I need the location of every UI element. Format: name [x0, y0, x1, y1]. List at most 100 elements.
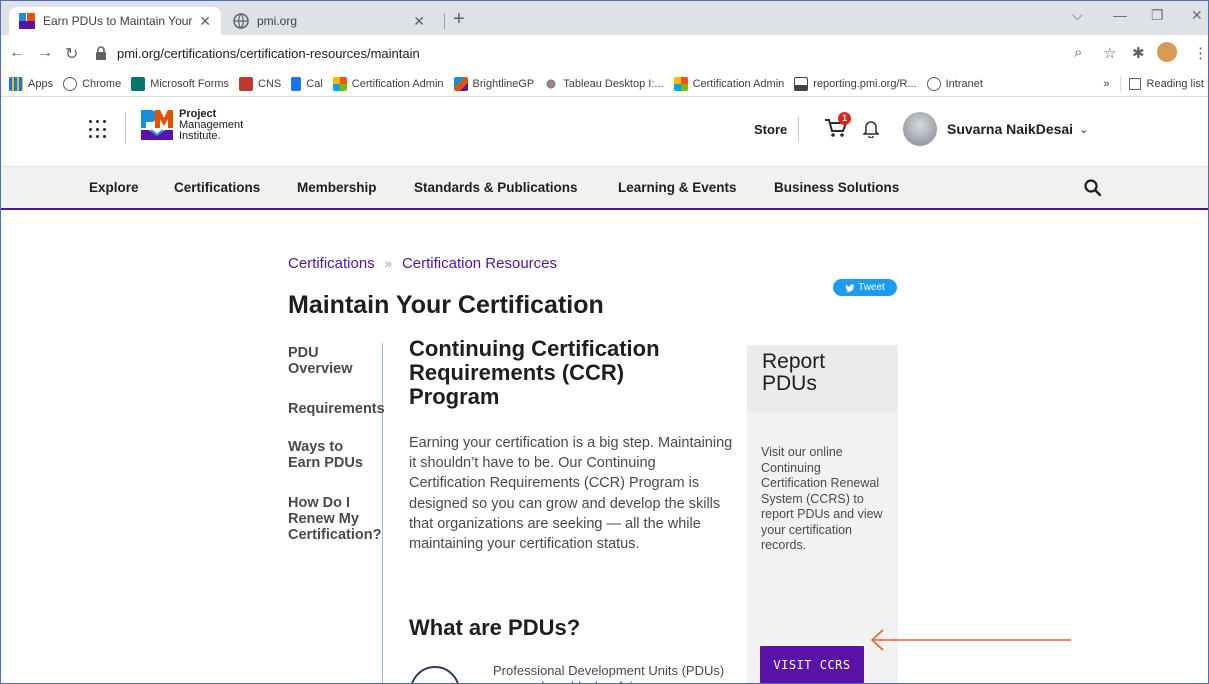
reading-list-button[interactable]: Reading list	[1147, 78, 1204, 90]
visit-ccrs-button[interactable]: VISIT CCRS	[760, 646, 864, 683]
globe-icon	[63, 76, 78, 91]
bookmarks-bar: Apps Chrome Microsoft Forms CNS Cal Cert…	[1, 71, 1208, 97]
user-menu[interactable]: Suvarna NaikDesai ⌄	[947, 121, 1088, 137]
divider	[798, 116, 799, 142]
bookmark-brightline[interactable]: BrightlineGP	[453, 76, 534, 91]
salesforce-grid-icon	[673, 76, 688, 91]
globe-icon	[926, 76, 941, 91]
bookmarks-overflow-button[interactable]: »	[1103, 78, 1109, 90]
restore-icon[interactable]: ❐	[1151, 7, 1164, 24]
nav-learning-events[interactable]: Learning & Events	[618, 180, 737, 195]
salesforce-grid-icon	[332, 76, 347, 91]
close-tab-icon[interactable]: ✕	[413, 13, 425, 30]
nav-explore[interactable]: Explore	[89, 180, 139, 195]
tableau-icon	[544, 76, 559, 91]
profile-avatar[interactable]	[1157, 42, 1177, 62]
breadcrumb-separator: »	[384, 256, 392, 271]
pdu-clock-icon	[410, 666, 460, 683]
globe-icon	[233, 13, 249, 29]
tab-title: Earn PDUs to Maintain Your Certi	[43, 14, 193, 28]
bookmark-apps[interactable]: Apps	[9, 76, 53, 91]
nav-business-solutions[interactable]: Business Solutions	[774, 180, 899, 195]
page-title: Maintain Your Certification	[288, 291, 604, 319]
pmi-logo-mark-icon	[141, 110, 173, 140]
breadcrumb-certification-resources[interactable]: Certification Resources	[402, 255, 557, 272]
sidenav-renew[interactable]: How Do I Renew My Certification?	[288, 495, 388, 543]
address-bar[interactable]: pmi.org/certifications/certification-res…	[93, 39, 1093, 67]
cal-icon	[291, 76, 302, 91]
tab-strip: Earn PDUs to Maintain Your Certi ✕ pmi.o…	[1, 1, 1208, 35]
reading-list-icon[interactable]	[1128, 78, 1141, 90]
ccr-paragraph: Earning your certification is a big step…	[409, 435, 733, 553]
apps-grid-icon	[9, 76, 23, 91]
bell-icon[interactable]	[863, 118, 879, 138]
report-pdus-title: Report PDUs	[747, 345, 898, 413]
avatar[interactable]	[903, 112, 937, 146]
sidenav-ways-to-earn[interactable]: Ways to Earn PDUs	[288, 439, 388, 471]
pmi-icon	[453, 76, 468, 91]
report-icon	[794, 76, 809, 91]
breadcrumb-certifications[interactable]: Certifications	[288, 255, 375, 272]
bookmark-reporting[interactable]: reporting.pmi.org/R...	[794, 76, 917, 91]
search-icon[interactable]	[1083, 178, 1103, 198]
back-icon[interactable]: ←	[9, 44, 25, 62]
reload-icon[interactable]: ↻	[65, 44, 78, 64]
main-nav: Explore Certifications Membership Standa…	[1, 166, 1208, 210]
tweet-button[interactable]: Tweet	[833, 279, 897, 296]
main-content: Continuing Certification Requirements (C…	[409, 336, 739, 683]
minimize-icon[interactable]: —	[1113, 7, 1127, 23]
user-name: Suvarna NaikDesai	[947, 121, 1074, 137]
divider	[1119, 76, 1121, 92]
sidenav-requirements[interactable]: Requirements	[288, 401, 388, 417]
bookmark-forms[interactable]: Microsoft Forms	[131, 76, 229, 91]
browser-toolbar: ← → ↻ pmi.org/certifications/certificati…	[1, 35, 1208, 71]
site-header: Project Management Institute. Store 1 Su…	[1, 98, 1208, 166]
ccr-heading: Continuing Certification Requirements (C…	[409, 336, 660, 409]
nav-membership[interactable]: Membership	[297, 180, 377, 195]
lock-icon	[96, 46, 106, 60]
bookmark-cns[interactable]: CNS	[239, 76, 281, 91]
bookmark-chrome[interactable]: Chrome	[63, 76, 121, 91]
bookmark-tableau[interactable]: Tableau Desktop I:...	[544, 76, 664, 91]
chevron-down-icon: ⌄	[1079, 123, 1089, 136]
menu-icon[interactable]: ⋮	[1193, 44, 1208, 62]
forms-icon	[131, 76, 146, 91]
nav-certifications[interactable]: Certifications	[174, 180, 260, 195]
cns-icon	[239, 76, 254, 91]
bookmarks-right: » Reading list	[1103, 71, 1208, 96]
tab-inactive[interactable]: pmi.org ✕	[223, 7, 435, 35]
pmi-favicon-icon	[19, 13, 35, 29]
bookmark-intranet[interactable]: Intranet	[926, 76, 983, 91]
tab-active[interactable]: Earn PDUs to Maintain Your Certi ✕	[9, 7, 221, 35]
address-text: pmi.org/certifications/certification-res…	[117, 45, 420, 61]
tab-title: pmi.org	[257, 14, 298, 28]
tab-search-icon[interactable]: ⌵	[1072, 7, 1083, 24]
annotation-arrow-icon	[870, 629, 1071, 651]
report-pdus-body: Visit our online Continuing Certificatio…	[761, 445, 883, 552]
forward-icon[interactable]: →	[37, 44, 53, 62]
pmi-logo[interactable]: Project Management Institute.	[141, 108, 243, 142]
star-icon[interactable]: ☆	[1103, 44, 1116, 62]
breadcrumb: Certifications » Certification Resources	[288, 255, 557, 272]
bookmark-cert-admin[interactable]: Certification Admin	[332, 76, 444, 91]
close-tab-icon[interactable]: ✕	[199, 13, 211, 30]
twitter-bird-icon	[845, 283, 855, 292]
new-tab-icon[interactable]: +	[453, 9, 465, 29]
tab-separator	[444, 13, 445, 29]
extensions-icon[interactable]: ✱	[1132, 44, 1145, 62]
divider	[125, 112, 126, 144]
zoom-icon[interactable]: ⌕	[1074, 44, 1082, 61]
nav-standards-publications[interactable]: Standards & Publications	[414, 180, 578, 195]
store-link[interactable]: Store	[754, 122, 787, 137]
sidenav-pdu-overview[interactable]: PDU Overview	[288, 345, 388, 377]
apps-grid-icon[interactable]	[89, 120, 109, 140]
browser-window: Earn PDUs to Maintain Your Certi ✕ pmi.o…	[0, 0, 1209, 684]
logo-wordmark: Project Management Institute.	[179, 107, 244, 142]
section-nav: PDU Overview Requirements Ways to Earn P…	[288, 345, 388, 543]
pdus-heading: What are PDUs?	[409, 615, 581, 640]
cart-badge: 1	[838, 112, 851, 125]
bookmark-cert-admin-2[interactable]: Certification Admin	[673, 76, 784, 91]
pdus-text: Professional Development Units (PDUs) ar…	[493, 663, 725, 683]
close-window-icon[interactable]: ✕	[1191, 7, 1203, 24]
bookmark-cal[interactable]: Cal	[291, 76, 323, 91]
